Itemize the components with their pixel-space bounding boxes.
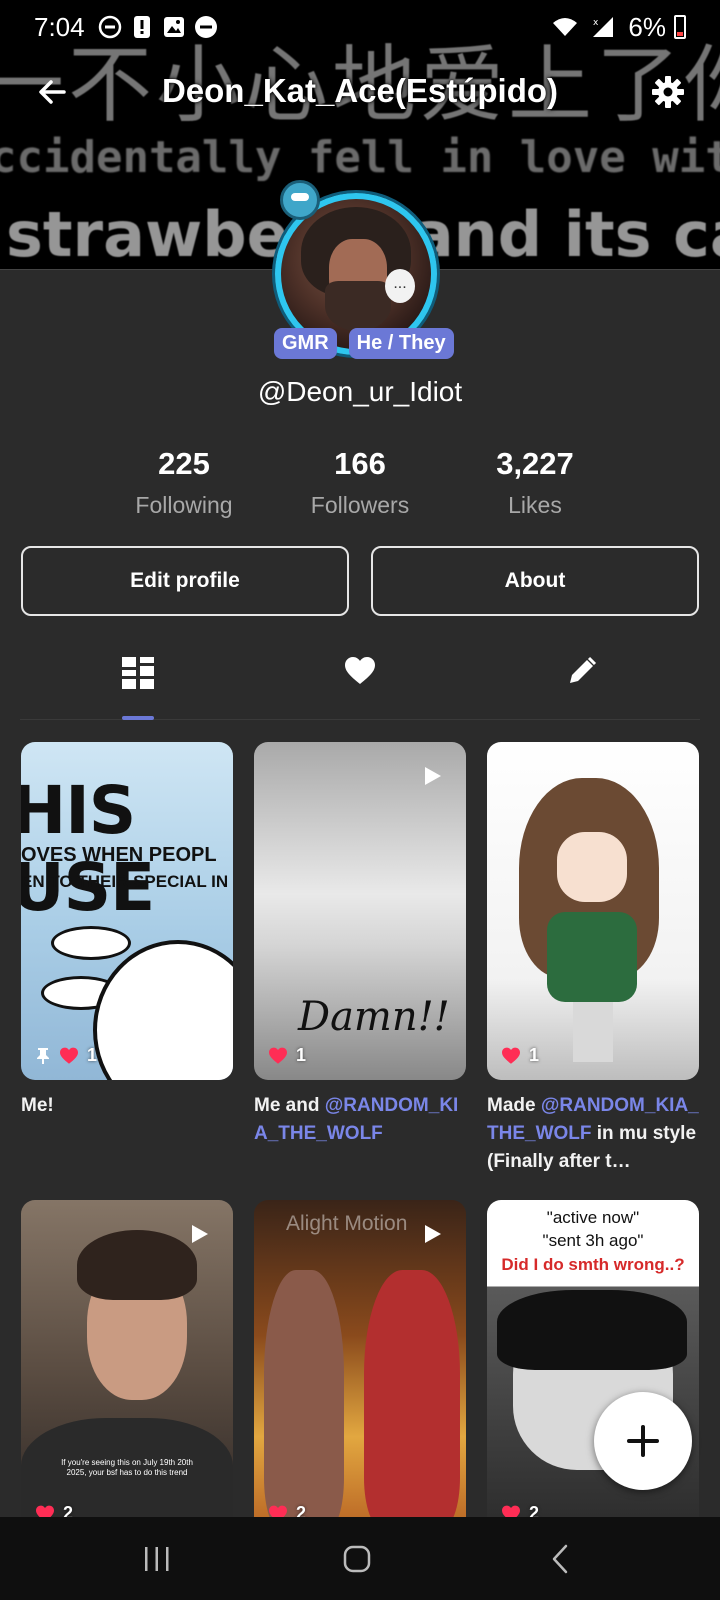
thumbnail-text: If you're seeing this on July 19th 20th … [61,1458,193,1477]
do-not-disturb-icon [97,14,123,40]
stat-following[interactable]: 225 Following [104,446,264,519]
chevron-left-icon [552,1544,568,1574]
recent-apps-button[interactable] [127,1537,187,1581]
settings-button[interactable] [646,70,690,114]
thumbnail-text: EN TO THEIR SPECIAL IN [21,872,229,891]
liked-heart-icon [345,657,375,684]
profile-handle: @Deon_ur_Idiot [257,376,463,407]
avatar-frame-decoration-icon [280,180,320,220]
top-app-bar: Deon_Kat_Ace(Estúpido) [0,62,720,126]
drafts-pencil-icon [570,656,597,683]
post-thumbnail[interactable]: If you're seeing this on July 19th 20th … [21,1200,233,1538]
gear-icon [652,76,684,108]
status-time: 7:04 [34,11,85,42]
post-thumbnail[interactable]: "active now" "sent 3h ago" Did I do smth… [487,1200,699,1538]
thumbnail-text: Damn!! [298,994,450,1040]
home-button[interactable] [327,1537,387,1581]
stat-likes[interactable]: 3,227 Likes [455,446,615,519]
profile-tabs [20,644,700,720]
play-icon [192,1225,208,1243]
stat-value: 3,227 [496,446,574,481]
stat-followers[interactable]: 166 Followers [280,446,440,519]
banner-text-line: ccidentally fell in love with y [0,132,720,183]
system-navigation-bar [0,1517,720,1600]
thumbnail-text: "sent 3h ago" [542,1231,644,1250]
thumbnail-text: OVES WHEN PEOPL [21,844,217,866]
thumbnail-text: "active now" [546,1208,640,1227]
alert-icon [129,14,155,40]
play-icon [425,1225,441,1243]
post-thumbnail[interactable]: Alight Motion 2 [254,1200,466,1538]
recent-apps-icon [145,1547,169,1571]
status-right: x 6% [552,12,686,43]
avatar-speech-bubble: ... [385,269,415,303]
status-bar: 7:04 x 6% [0,0,720,54]
like-count: 1 [529,1045,540,1065]
profile-stats: 225 Following 166 Followers 3,227 Likes [0,446,720,526]
battery-low-icon [674,15,686,39]
signal-icon: x [590,14,616,40]
stat-label: Likes [508,492,562,518]
heart-icon [60,1047,78,1064]
like-count: 1 [296,1045,307,1065]
post-thumbnail[interactable]: HIS USE OVES WHEN PEOPL EN TO THEIR SPEC… [21,742,233,1080]
posts-grid-icon [122,657,154,689]
stat-label: Followers [310,492,410,518]
role-badge: GMR [274,328,337,359]
wifi-icon [552,14,578,40]
heart-icon [269,1047,287,1064]
back-nav-button[interactable] [530,1537,590,1581]
image-icon [161,14,187,40]
home-icon [343,1545,371,1573]
pronouns-badge: He / They [348,328,454,359]
stat-value: 225 [158,446,210,481]
active-tab-indicator [122,716,154,720]
post-stats: 1 [35,1045,97,1066]
profile-badges: GMR He / They [274,328,454,359]
post-caption[interactable]: Me! [21,1092,233,1120]
minus-circle-icon [193,14,219,40]
plus-icon [627,1425,659,1457]
profile-title: Deon_Kat_Ace(Estúpido) [161,72,559,109]
battery-percent: 6% [628,11,666,42]
post-stats: 1 [501,1045,539,1066]
tab-posts[interactable] [108,644,168,720]
post-stats: 1 [268,1045,306,1066]
stat-label: Following [135,492,233,518]
pin-icon [37,1047,49,1064]
post-caption[interactable]: Made @RANDOM_KIA_THE_WOLF in mu style (F… [487,1092,699,1176]
post-thumbnail[interactable]: Damn!! 1 [254,742,466,1080]
post-caption[interactable]: Me and @RANDOM_KIA_THE_WOLF [254,1092,466,1148]
tab-drafts[interactable] [552,644,612,720]
create-post-button[interactable] [594,1392,692,1490]
svg-text:x: x [593,18,599,28]
heart-icon [502,1047,520,1064]
like-count: 1 [87,1045,98,1065]
thumbnail-watermark: Alight Motion [286,1212,408,1235]
about-button[interactable]: About [371,546,699,616]
play-icon [425,767,441,785]
post-thumbnail[interactable]: 1 [487,742,699,1080]
edit-profile-button[interactable]: Edit profile [21,546,349,616]
thumbnail-text: Did I do smth wrong..? [501,1255,685,1274]
stat-value: 166 [334,446,386,481]
tab-liked[interactable] [330,644,390,720]
